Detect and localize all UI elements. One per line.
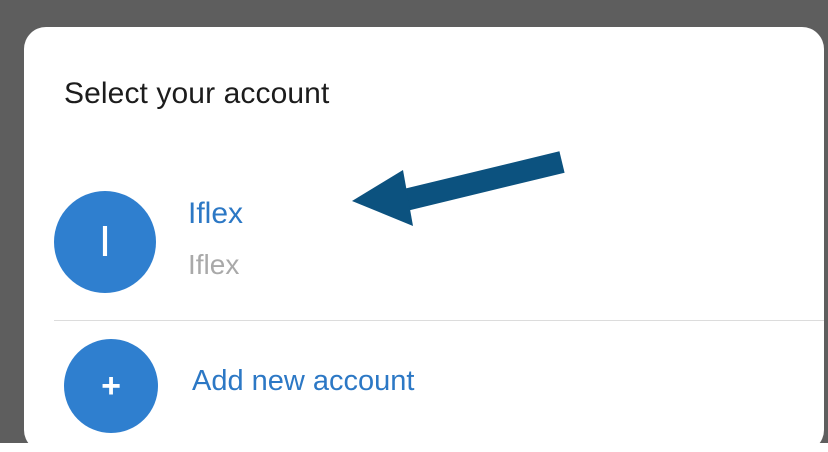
avatar-letter: I bbox=[98, 217, 112, 266]
account-picker-dialog: Select your account I Iflex Iflex + Add … bbox=[24, 27, 824, 452]
plus-icon: + bbox=[64, 339, 158, 433]
add-account-label: Add new account bbox=[192, 365, 415, 397]
avatar: I bbox=[54, 191, 156, 293]
divider bbox=[54, 320, 824, 321]
account-list-item[interactable]: I Iflex Iflex bbox=[24, 167, 824, 317]
dialog-title: Select your account bbox=[64, 77, 330, 110]
account-subtitle: Iflex bbox=[188, 249, 240, 280]
add-account-button[interactable]: + Add new account bbox=[24, 327, 824, 437]
account-name: Iflex bbox=[188, 197, 244, 230]
